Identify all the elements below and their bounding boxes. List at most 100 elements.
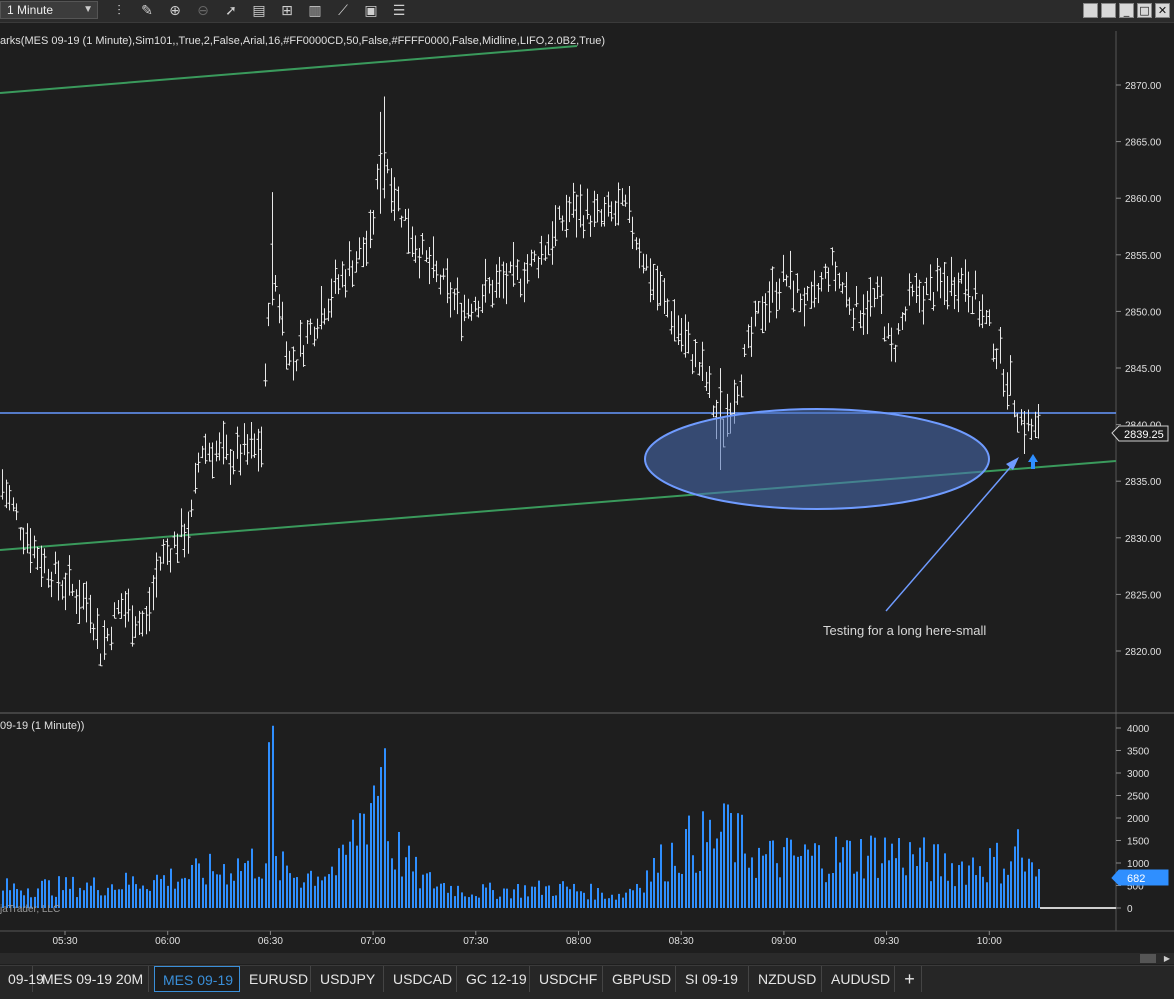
volume-bar bbox=[188, 879, 190, 908]
tile-alt-icon[interactable] bbox=[1101, 3, 1116, 18]
volume-bar bbox=[272, 725, 274, 908]
volume-bar bbox=[569, 889, 571, 908]
volume-bar bbox=[685, 829, 687, 908]
volume-bar bbox=[741, 814, 743, 908]
menu-icon[interactable]: ☰ bbox=[390, 2, 408, 20]
data-box-icon[interactable]: ▤ bbox=[250, 2, 268, 20]
pencil-icon[interactable]: ✎ bbox=[138, 2, 156, 20]
volume-bar bbox=[366, 844, 368, 908]
volume-bar bbox=[1000, 883, 1002, 908]
zoom-in-icon[interactable]: ⊕ bbox=[166, 2, 184, 20]
tab-mes-09-19[interactable]: MES 09-19 bbox=[154, 966, 240, 992]
volume-bar bbox=[100, 895, 102, 908]
timeframe-select[interactable]: 1 Minute ▼ bbox=[0, 1, 98, 19]
price-chart-svg[interactable]: 2820.002825.002830.002835.002840.002845.… bbox=[0, 23, 1174, 953]
volume-bar bbox=[62, 890, 64, 908]
strategies-icon[interactable]: ⟋ bbox=[334, 2, 352, 20]
watermark: jaTrader, LLC bbox=[0, 904, 60, 915]
price-tick-label: 2850.00 bbox=[1125, 307, 1162, 318]
volume-bar bbox=[363, 813, 365, 908]
minimize-icon[interactable]: _ bbox=[1119, 3, 1134, 18]
volume-bar bbox=[170, 868, 172, 908]
volume-bar bbox=[457, 885, 459, 908]
volume-bar bbox=[1024, 871, 1026, 908]
volume-bar bbox=[671, 842, 673, 908]
tab-usdchf[interactable]: USDCHF bbox=[531, 966, 603, 992]
volume-bar bbox=[566, 886, 568, 908]
time-tick-label: 05:30 bbox=[52, 936, 77, 947]
current-volume-text: 682 bbox=[1127, 873, 1145, 885]
volume-tick-label: 2000 bbox=[1127, 814, 1150, 825]
tab-eurusd[interactable]: EURUSD bbox=[241, 966, 311, 992]
volume-bar bbox=[184, 877, 186, 908]
volume-bar bbox=[436, 886, 438, 908]
volume-bar bbox=[478, 897, 480, 908]
pointer-icon[interactable]: ➚ bbox=[222, 2, 240, 20]
bar-type-icon[interactable]: ⫶ bbox=[110, 2, 128, 20]
volume-bar bbox=[244, 863, 246, 908]
volume-bar bbox=[538, 880, 540, 908]
volume-bar bbox=[216, 874, 218, 908]
volume-bar bbox=[76, 897, 78, 908]
volume-bar bbox=[660, 844, 662, 908]
volume-bar bbox=[534, 886, 536, 908]
volume-bar bbox=[993, 856, 995, 908]
volume-bar bbox=[359, 813, 361, 908]
volume-bar bbox=[79, 887, 81, 908]
volume-bar bbox=[342, 844, 344, 908]
scroll-right-icon[interactable]: ▶ bbox=[1161, 953, 1173, 964]
volume-bar bbox=[258, 876, 260, 908]
chart-style-icon[interactable]: ▥ bbox=[306, 2, 324, 20]
tab-mes-09-19-20m[interactable]: MES 09-19 20M bbox=[34, 966, 149, 992]
chart-area[interactable]: 2820.002825.002830.002835.002840.002845.… bbox=[0, 23, 1174, 953]
volume-bar bbox=[678, 872, 680, 908]
tile-icon[interactable] bbox=[1083, 3, 1098, 18]
scrollbar-thumb[interactable] bbox=[1140, 954, 1156, 963]
volume-bar bbox=[989, 848, 991, 908]
volume-bar bbox=[279, 880, 281, 908]
volume-bar bbox=[723, 803, 725, 908]
volume-bar bbox=[625, 892, 627, 908]
volume-bar bbox=[328, 874, 330, 908]
tab-09-19[interactable]: 09-19 bbox=[0, 966, 44, 992]
tab-gbpusd[interactable]: GBPUSD bbox=[604, 966, 676, 992]
volume-bar bbox=[842, 847, 844, 908]
volume-bar bbox=[492, 890, 494, 908]
volume-bar bbox=[951, 863, 953, 908]
volume-bar bbox=[247, 860, 249, 908]
annotation-text[interactable]: Testing for a long here-small bbox=[823, 623, 986, 638]
tab-usdcad[interactable]: USDCAD bbox=[385, 966, 457, 992]
volume-bar bbox=[772, 840, 774, 908]
volume-bar bbox=[198, 863, 200, 908]
volume-bar bbox=[482, 884, 484, 908]
volume-bar bbox=[961, 861, 963, 908]
volume-bar bbox=[1010, 861, 1012, 908]
horizontal-scrollbar[interactable]: ▶ bbox=[0, 953, 1174, 964]
add-tab-button[interactable]: + bbox=[898, 966, 922, 992]
volume-bar bbox=[139, 888, 141, 908]
volume-bar bbox=[706, 842, 708, 908]
maximize-icon[interactable]: □ bbox=[1137, 3, 1152, 18]
volume-bar bbox=[657, 872, 659, 908]
volume-bar bbox=[167, 885, 169, 908]
close-icon[interactable]: ✕ bbox=[1155, 3, 1170, 18]
tab-gc-12-19[interactable]: GC 12-19 bbox=[458, 966, 530, 992]
properties-icon[interactable]: ⊞ bbox=[278, 2, 296, 20]
tab-audusd[interactable]: AUDUSD bbox=[823, 966, 895, 992]
volume-bar bbox=[107, 887, 109, 908]
zoom-out-icon[interactable]: ⊖ bbox=[194, 2, 212, 20]
highlight-ellipse[interactable] bbox=[644, 408, 990, 510]
volume-bar bbox=[821, 868, 823, 908]
tab-si-09-19[interactable]: SI 09-19 bbox=[677, 966, 749, 992]
templates-icon[interactable]: ▣ bbox=[362, 2, 380, 20]
volume-bar bbox=[429, 872, 431, 908]
volume-bar bbox=[1035, 876, 1037, 908]
tab-nzdusd[interactable]: NZDUSD bbox=[750, 966, 822, 992]
tab-usdjpy[interactable]: USDJPY bbox=[312, 966, 384, 992]
volume-bar bbox=[345, 854, 347, 908]
volume-bar bbox=[846, 840, 848, 908]
volume-bar bbox=[377, 795, 379, 908]
volume-bar bbox=[230, 873, 232, 908]
volume-bar bbox=[583, 892, 585, 908]
volume-bar bbox=[219, 874, 221, 908]
